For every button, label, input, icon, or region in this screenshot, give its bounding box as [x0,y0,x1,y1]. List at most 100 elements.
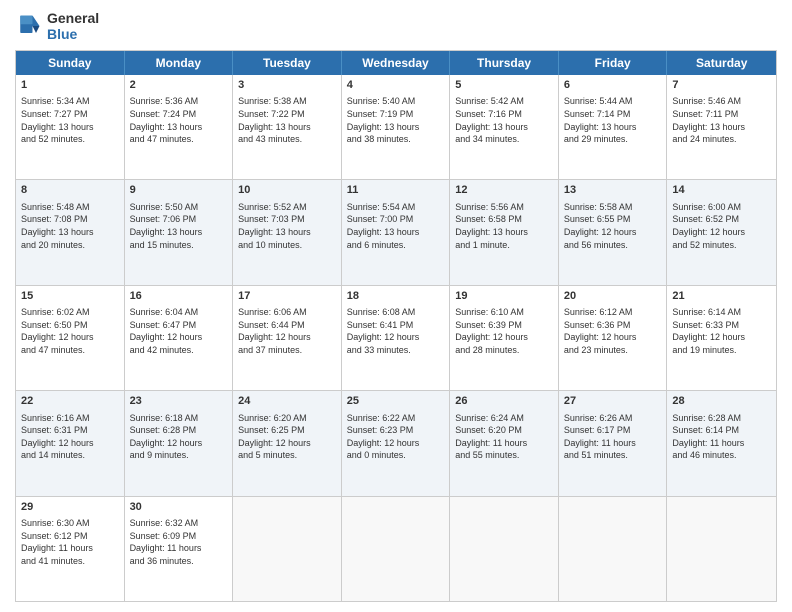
weekday-header-thursday: Thursday [450,51,559,75]
day-number: 14 [672,183,771,198]
day-number: 26 [455,394,553,409]
day-cell-24: 24 Sunrise: 6:20 AM Sunset: 6:25 PM Dayli… [233,391,342,495]
empty-cell [667,497,776,601]
weekday-header-friday: Friday [559,51,668,75]
day-number: 4 [347,78,445,93]
day-info: Sunrise: 6:30 AM Sunset: 6:12 PM Dayligh… [21,517,119,567]
day-number: 19 [455,289,553,304]
day-number: 1 [21,78,119,93]
day-number: 12 [455,183,553,198]
day-number: 2 [130,78,228,93]
day-info: Sunrise: 5:48 AM Sunset: 7:08 PM Dayligh… [21,201,119,251]
empty-cell [233,497,342,601]
day-cell-12: 12 Sunrise: 5:56 AM Sunset: 6:58 PM Dayli… [450,180,559,284]
day-cell-21: 21Sunrise: 6:14 AM Sunset: 6:33 PM Dayli… [667,286,776,390]
day-number: 6 [564,78,662,93]
day-info: Sunrise: 5:36 AM Sunset: 7:24 PM Dayligh… [130,95,228,145]
day-info: Sunrise: 5:40 AM Sunset: 7:19 PM Dayligh… [347,95,445,145]
calendar: SundayMondayTuesdayWednesdayThursdayFrid… [15,50,777,602]
day-info: Sunrise: 5:56 AM Sunset: 6:58 PM Dayligh… [455,201,553,251]
day-info: Sunrise: 5:52 AM Sunset: 7:03 PM Dayligh… [238,201,336,251]
day-cell-19: 19Sunrise: 6:10 AM Sunset: 6:39 PM Dayli… [450,286,559,390]
day-cell-29: 29 Sunrise: 6:30 AM Sunset: 6:12 PM Dayli… [16,497,125,601]
day-info: Sunrise: 6:14 AM Sunset: 6:33 PM Dayligh… [672,306,771,356]
day-number: 3 [238,78,336,93]
calendar-row-3: 15Sunrise: 6:02 AM Sunset: 6:50 PM Dayli… [16,285,776,390]
day-cell-20: 20 Sunrise: 6:12 AM Sunset: 6:36 PM Dayli… [559,286,668,390]
weekday-header-tuesday: Tuesday [233,51,342,75]
day-cell-13: 13 Sunrise: 5:58 AM Sunset: 6:55 PM Dayli… [559,180,668,284]
day-cell-28: 28 Sunrise: 6:28 AM Sunset: 6:14 PM Dayli… [667,391,776,495]
day-cell-6: 6 Sunrise: 5:44 AM Sunset: 7:14 PM Daylig… [559,75,668,179]
day-info: Sunrise: 6:20 AM Sunset: 6:25 PM Dayligh… [238,412,336,462]
day-info: Sunrise: 6:32 AM Sunset: 6:09 PM Dayligh… [130,517,228,567]
day-info: Sunrise: 6:06 AM Sunset: 6:44 PM Dayligh… [238,306,336,356]
day-number: 17 [238,289,336,304]
weekday-header-wednesday: Wednesday [342,51,451,75]
day-cell-10: 10Sunrise: 5:52 AM Sunset: 7:03 PM Dayli… [233,180,342,284]
weekday-header-sunday: Sunday [16,51,125,75]
day-cell-8: 8 Sunrise: 5:48 AM Sunset: 7:08 PM Daylig… [16,180,125,284]
day-info: Sunrise: 6:16 AM Sunset: 6:31 PM Dayligh… [21,412,119,462]
day-number: 15 [21,289,119,304]
day-cell-26: 26 Sunrise: 6:24 AM Sunset: 6:20 PM Dayli… [450,391,559,495]
calendar-row-1: 1 Sunrise: 5:34 AM Sunset: 7:27 PM Daylig… [16,75,776,179]
day-info: Sunrise: 6:00 AM Sunset: 6:52 PM Dayligh… [672,201,771,251]
day-info: Sunrise: 6:28 AM Sunset: 6:14 PM Dayligh… [672,412,771,462]
day-cell-27: 27Sunrise: 6:26 AM Sunset: 6:17 PM Dayli… [559,391,668,495]
day-number: 11 [347,183,445,198]
day-cell-15: 15Sunrise: 6:02 AM Sunset: 6:50 PM Dayli… [16,286,125,390]
empty-cell [559,497,668,601]
day-cell-23: 23Sunrise: 6:18 AM Sunset: 6:28 PM Dayli… [125,391,234,495]
logo-text: General Blue [47,10,99,42]
day-info: Sunrise: 5:58 AM Sunset: 6:55 PM Dayligh… [564,201,662,251]
day-info: Sunrise: 5:44 AM Sunset: 7:14 PM Dayligh… [564,95,662,145]
day-number: 23 [130,394,228,409]
calendar-header: SundayMondayTuesdayWednesdayThursdayFrid… [16,51,776,75]
day-number: 7 [672,78,771,93]
calendar-body: 1 Sunrise: 5:34 AM Sunset: 7:27 PM Daylig… [16,75,776,601]
day-cell-22: 22 Sunrise: 6:16 AM Sunset: 6:31 PM Dayli… [16,391,125,495]
day-number: 28 [672,394,771,409]
page: General Blue SundayMondayTuesdayWednesda… [0,0,792,612]
weekday-header-saturday: Saturday [667,51,776,75]
logo: General Blue [15,10,99,42]
day-number: 20 [564,289,662,304]
day-number: 18 [347,289,445,304]
calendar-row-4: 22 Sunrise: 6:16 AM Sunset: 6:31 PM Dayli… [16,390,776,495]
day-cell-3: 3 Sunrise: 5:38 AM Sunset: 7:22 PM Daylig… [233,75,342,179]
logo-icon [15,12,43,40]
day-info: Sunrise: 5:42 AM Sunset: 7:16 PM Dayligh… [455,95,553,145]
day-number: 13 [564,183,662,198]
day-info: Sunrise: 6:12 AM Sunset: 6:36 PM Dayligh… [564,306,662,356]
day-number: 29 [21,500,119,515]
header: General Blue [15,10,777,42]
day-number: 25 [347,394,445,409]
day-info: Sunrise: 5:38 AM Sunset: 7:22 PM Dayligh… [238,95,336,145]
day-number: 16 [130,289,228,304]
day-cell-2: 2 Sunrise: 5:36 AM Sunset: 7:24 PM Daylig… [125,75,234,179]
day-number: 30 [130,500,228,515]
day-cell-5: 5 Sunrise: 5:42 AM Sunset: 7:16 PM Daylig… [450,75,559,179]
day-number: 27 [564,394,662,409]
day-cell-17: 17 Sunrise: 6:06 AM Sunset: 6:44 PM Dayli… [233,286,342,390]
day-info: Sunrise: 6:22 AM Sunset: 6:23 PM Dayligh… [347,412,445,462]
day-info: Sunrise: 6:04 AM Sunset: 6:47 PM Dayligh… [130,306,228,356]
day-cell-9: 9Sunrise: 5:50 AM Sunset: 7:06 PM Daylig… [125,180,234,284]
empty-cell [342,497,451,601]
day-number: 22 [21,394,119,409]
day-info: Sunrise: 5:50 AM Sunset: 7:06 PM Dayligh… [130,201,228,251]
day-info: Sunrise: 5:34 AM Sunset: 7:27 PM Dayligh… [21,95,119,145]
day-number: 5 [455,78,553,93]
calendar-row-2: 8 Sunrise: 5:48 AM Sunset: 7:08 PM Daylig… [16,179,776,284]
day-cell-25: 25 Sunrise: 6:22 AM Sunset: 6:23 PM Dayli… [342,391,451,495]
day-info: Sunrise: 6:24 AM Sunset: 6:20 PM Dayligh… [455,412,553,462]
day-cell-14: 14 Sunrise: 6:00 AM Sunset: 6:52 PM Dayli… [667,180,776,284]
day-cell-16: 16 Sunrise: 6:04 AM Sunset: 6:47 PM Dayli… [125,286,234,390]
day-number: 8 [21,183,119,198]
empty-cell [450,497,559,601]
day-number: 24 [238,394,336,409]
day-info: Sunrise: 5:46 AM Sunset: 7:11 PM Dayligh… [672,95,771,145]
day-cell-11: 11 Sunrise: 5:54 AM Sunset: 7:00 PM Dayli… [342,180,451,284]
day-info: Sunrise: 5:54 AM Sunset: 7:00 PM Dayligh… [347,201,445,251]
